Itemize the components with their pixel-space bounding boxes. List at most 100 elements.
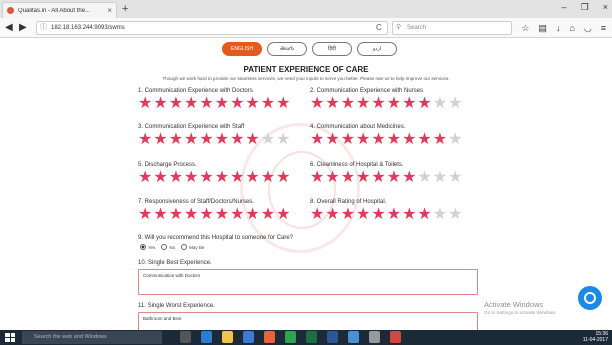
close-tab-icon[interactable]: × xyxy=(107,6,112,15)
word-icon[interactable] xyxy=(327,331,338,343)
star-icon[interactable]: ★ xyxy=(199,96,213,112)
star-rating[interactable]: ★ ★ ★ ★ ★ ★ ★ ★ ★ ★ xyxy=(138,132,290,148)
star-icon[interactable]: ★ xyxy=(448,132,462,148)
windows-start-icon[interactable] xyxy=(5,333,15,342)
star-icon[interactable]: ★ xyxy=(230,170,244,186)
star-rating[interactable]: ★ ★ ★ ★ ★ ★ ★ ★ ★ ★ xyxy=(138,170,290,186)
language-button-telugu[interactable]: తెలుగు xyxy=(267,42,307,56)
close-window-icon[interactable]: × xyxy=(603,2,608,13)
star-icon[interactable]: ★ xyxy=(199,207,213,223)
star-icon[interactable]: ★ xyxy=(356,96,370,112)
star-icon[interactable]: ★ xyxy=(417,170,431,186)
star-icon[interactable]: ★ xyxy=(371,96,385,112)
star-icon[interactable]: ★ xyxy=(276,170,290,186)
star-icon[interactable]: ★ xyxy=(184,207,198,223)
star-rating[interactable]: ★ ★ ★ ★ ★ ★ ★ ★ ★ ★ xyxy=(310,96,462,112)
home-icon[interactable]: ⌂ xyxy=(569,21,574,35)
star-icon[interactable]: ★ xyxy=(215,207,229,223)
file-explorer-icon[interactable] xyxy=(222,331,233,343)
language-button-hindi[interactable]: हिंदी xyxy=(312,42,352,56)
best-experience-textarea[interactable]: Communication with Doctors xyxy=(138,269,478,295)
star-icon[interactable]: ★ xyxy=(402,96,416,112)
star-icon[interactable]: ★ xyxy=(184,96,198,112)
star-icon[interactable]: ★ xyxy=(230,96,244,112)
app-icon-3[interactable] xyxy=(390,331,401,343)
star-icon[interactable]: ★ xyxy=(371,170,385,186)
star-icon[interactable]: ★ xyxy=(261,207,275,223)
star-icon[interactable]: ★ xyxy=(153,170,167,186)
forward-icon[interactable]: ▶ xyxy=(19,21,27,35)
language-button-urdu[interactable]: اردو xyxy=(357,42,397,56)
star-icon[interactable]: ★ xyxy=(402,132,416,148)
star-rating[interactable]: ★ ★ ★ ★ ★ ★ ★ ★ ★ ★ xyxy=(310,170,462,186)
star-icon[interactable]: ★ xyxy=(138,170,152,186)
star-icon[interactable]: ★ xyxy=(310,170,324,186)
star-icon[interactable]: ★ xyxy=(310,132,324,148)
star-icon[interactable]: ★ xyxy=(433,132,447,148)
radio-no[interactable]: No xyxy=(161,244,175,250)
star-icon[interactable]: ★ xyxy=(138,132,152,148)
bookmark-star-icon[interactable]: ☆ xyxy=(521,21,529,35)
star-icon[interactable]: ★ xyxy=(153,207,167,223)
star-icon[interactable]: ★ xyxy=(215,170,229,186)
star-icon[interactable]: ★ xyxy=(341,207,355,223)
star-rating[interactable]: ★ ★ ★ ★ ★ ★ ★ ★ ★ ★ xyxy=(138,207,290,223)
star-icon[interactable]: ★ xyxy=(417,132,431,148)
chrome-icon[interactable] xyxy=(285,331,296,343)
star-icon[interactable]: ★ xyxy=(138,207,152,223)
star-icon[interactable]: ★ xyxy=(310,96,324,112)
star-icon[interactable]: ★ xyxy=(184,132,198,148)
firefox-icon[interactable] xyxy=(264,331,275,343)
star-icon[interactable]: ★ xyxy=(387,96,401,112)
info-icon[interactable]: ⓘ xyxy=(40,22,47,34)
star-rating[interactable]: ★ ★ ★ ★ ★ ★ ★ ★ ★ ★ xyxy=(310,207,462,223)
taskbar-search-input[interactable]: Search the web and Windows xyxy=(22,331,162,344)
star-icon[interactable]: ★ xyxy=(261,96,275,112)
star-icon[interactable]: ★ xyxy=(402,207,416,223)
star-icon[interactable]: ★ xyxy=(261,170,275,186)
star-icon[interactable]: ★ xyxy=(215,132,229,148)
star-icon[interactable]: ★ xyxy=(276,132,290,148)
url-bar[interactable]: ⓘ 182.18.163.244:9093/swms xyxy=(36,21,388,35)
star-icon[interactable]: ★ xyxy=(138,96,152,112)
star-icon[interactable]: ★ xyxy=(433,207,447,223)
star-icon[interactable]: ★ xyxy=(153,96,167,112)
reading-list-icon[interactable]: ▤ xyxy=(538,21,547,35)
menu-icon[interactable]: ≡ xyxy=(601,21,606,35)
star-icon[interactable]: ★ xyxy=(356,132,370,148)
new-tab-button[interactable]: + xyxy=(122,3,128,15)
star-icon[interactable]: ★ xyxy=(387,170,401,186)
star-icon[interactable]: ★ xyxy=(448,207,462,223)
star-icon[interactable]: ★ xyxy=(169,170,183,186)
reload-icon[interactable]: C xyxy=(376,21,382,35)
star-icon[interactable]: ★ xyxy=(341,96,355,112)
star-icon[interactable]: ★ xyxy=(341,132,355,148)
star-icon[interactable]: ★ xyxy=(276,207,290,223)
star-icon[interactable]: ★ xyxy=(153,132,167,148)
download-icon[interactable]: ↓ xyxy=(556,21,561,35)
star-icon[interactable]: ★ xyxy=(448,170,462,186)
star-icon[interactable]: ★ xyxy=(417,207,431,223)
star-icon[interactable]: ★ xyxy=(433,96,447,112)
star-icon[interactable]: ★ xyxy=(276,96,290,112)
app-icon[interactable] xyxy=(348,331,359,343)
star-rating[interactable]: ★ ★ ★ ★ ★ ★ ★ ★ ★ ★ xyxy=(138,96,290,112)
excel-icon[interactable] xyxy=(306,331,317,343)
star-icon[interactable]: ★ xyxy=(387,207,401,223)
app-icon-2[interactable] xyxy=(369,331,380,343)
star-icon[interactable]: ★ xyxy=(199,132,213,148)
star-icon[interactable]: ★ xyxy=(433,170,447,186)
star-icon[interactable]: ★ xyxy=(325,132,339,148)
star-icon[interactable]: ★ xyxy=(261,132,275,148)
star-icon[interactable]: ★ xyxy=(245,132,259,148)
star-icon[interactable]: ★ xyxy=(245,207,259,223)
minimize-icon[interactable]: – xyxy=(562,2,567,13)
star-icon[interactable]: ★ xyxy=(325,96,339,112)
store-icon[interactable] xyxy=(243,331,254,343)
radio-yes[interactable]: Yes xyxy=(140,244,155,250)
star-icon[interactable]: ★ xyxy=(215,96,229,112)
star-icon[interactable]: ★ xyxy=(387,132,401,148)
star-icon[interactable]: ★ xyxy=(169,96,183,112)
star-icon[interactable]: ★ xyxy=(245,96,259,112)
star-icon[interactable]: ★ xyxy=(371,132,385,148)
